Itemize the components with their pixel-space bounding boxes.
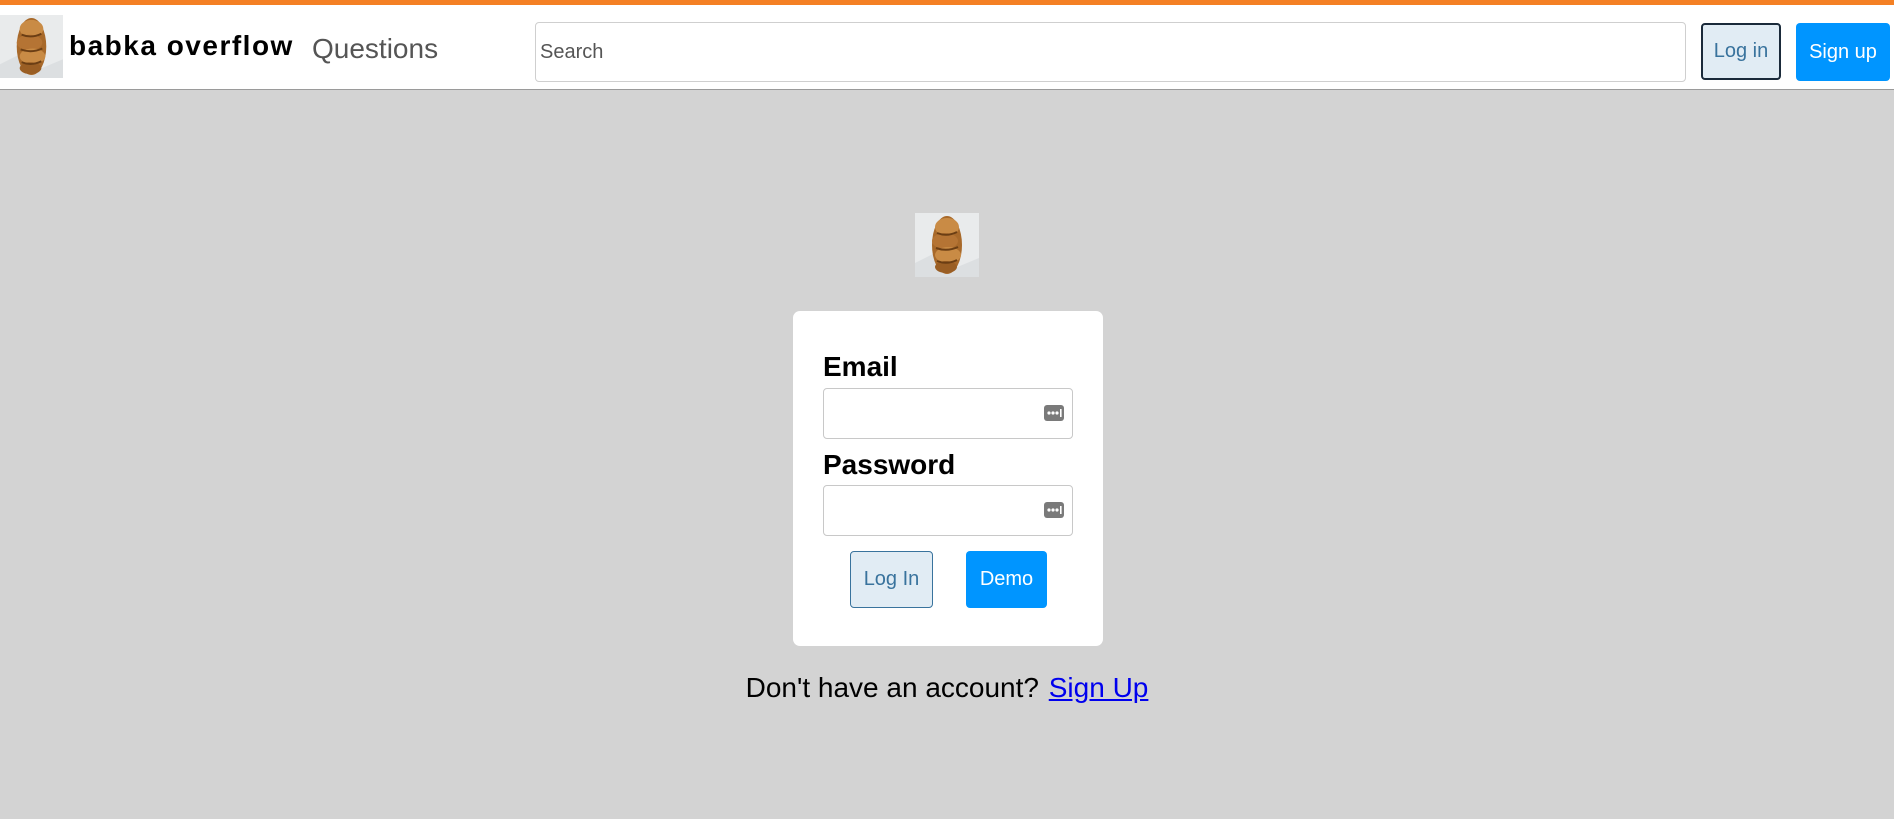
- signup-prompt: Don't have an account? Sign Up: [0, 672, 1894, 704]
- password-manager-key-icon[interactable]: [1043, 500, 1065, 520]
- login-form: Email Password Log In Demo: [793, 311, 1103, 646]
- signup-link[interactable]: Sign Up: [1049, 672, 1149, 703]
- email-label: Email: [823, 351, 898, 382]
- password-field-wrapper: [823, 485, 1073, 536]
- header-signup-button[interactable]: Sign up: [1796, 23, 1890, 81]
- nav-questions-link[interactable]: Questions: [312, 33, 438, 65]
- babka-logo-icon[interactable]: [0, 15, 63, 78]
- email-field-wrapper: [823, 388, 1073, 439]
- demo-button[interactable]: Demo: [966, 551, 1047, 608]
- babka-logo-icon: [915, 213, 979, 277]
- search-input[interactable]: [535, 22, 1686, 82]
- brand-name[interactable]: babka overflow: [69, 30, 294, 62]
- signup-prompt-text: Don't have an account?: [745, 672, 1039, 703]
- password-label: Password: [823, 449, 956, 480]
- password-manager-key-icon[interactable]: [1043, 403, 1065, 423]
- email-field[interactable]: [824, 389, 1072, 438]
- header-login-button[interactable]: Log in: [1701, 23, 1781, 80]
- top-navbar: babka overflow Questions Log in Sign up: [0, 0, 1894, 90]
- login-button[interactable]: Log In: [850, 551, 933, 608]
- password-field[interactable]: [824, 486, 1072, 535]
